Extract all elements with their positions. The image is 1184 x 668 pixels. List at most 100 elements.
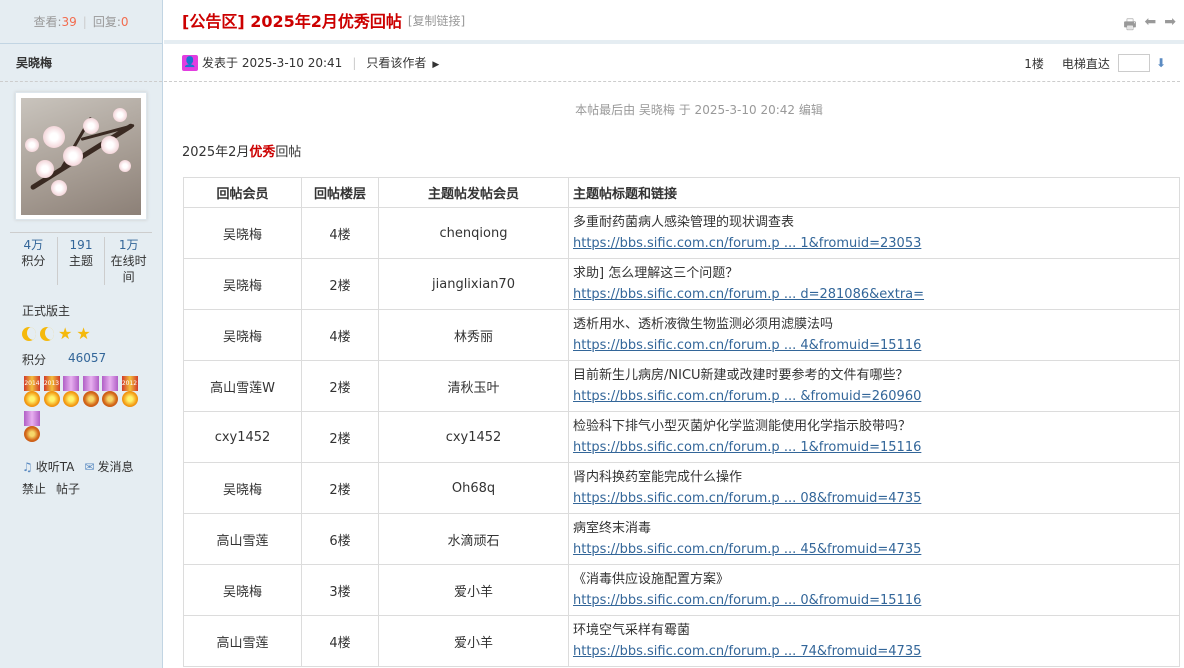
topic-link[interactable]: https://bbs.sific.com.cn/forum.p ... 0&f… xyxy=(573,593,921,608)
col-header: 回帖会员 xyxy=(183,177,302,208)
table-header-row: 回帖会员 回帖楼层 主题帖发帖会员 主题帖标题和链接 xyxy=(183,177,1180,208)
topic-link[interactable]: https://bbs.sific.com.cn/forum.p ... 08&… xyxy=(573,491,921,506)
cell-poster: cxy1452 xyxy=(378,411,569,463)
topic-link[interactable]: https://bbs.sific.com.cn/forum.p ... 1&f… xyxy=(573,440,921,455)
next-thread-icon[interactable]: ➡ xyxy=(1164,14,1176,38)
cell-poster: 水滴顽石 xyxy=(378,513,569,565)
medal-icon[interactable]: 2012 xyxy=(120,376,140,411)
table-row: 吴晓梅 2楼 jianglixian70 求助] 怎么理解这三个问题？ https://… xyxy=(183,258,1180,310)
cell-member: 高山雪莲W xyxy=(183,360,302,412)
ban-link[interactable]: 禁止 xyxy=(22,478,46,500)
topic-title: 求助] 怎么理解这三个问题？ xyxy=(573,266,739,281)
user-group[interactable]: 正式版主 xyxy=(22,301,140,321)
edit-note: 本帖最后由 吴晓梅 于 2025-3-10 20:42 编辑 xyxy=(575,103,823,117)
thread-title: [公告区] 2025年2月优秀回帖 xyxy=(182,12,402,31)
medal-list: 2014 2013 2012 xyxy=(22,376,146,446)
cell-topic: 肾内科换药室能完成什么操作 https://bbs.sific.com.cn/fo… xyxy=(568,462,1180,514)
moon-icon xyxy=(40,327,54,341)
author-stats: 4万 积分 191 主题 1万 在线时间 xyxy=(10,232,152,285)
copy-link-button[interactable]: [复制链接] xyxy=(408,12,465,29)
listen-link[interactable]: ♫ 收听TA xyxy=(22,456,74,478)
table-row: 高山雪莲W 2楼 清秋玉叶 目前新生儿病房/NICU新建或改建时要参考的文件有哪些？ h… xyxy=(183,360,1180,412)
post-date: 发表于 2025-3-10 20:41 xyxy=(202,56,343,70)
cell-member: 吴晓梅 xyxy=(183,309,302,361)
cell-member: 高山雪莲 xyxy=(183,513,302,565)
post-main: [公告区] 2025年2月优秀回帖 [复制链接] 🖶 ⬅ ➡ 👤 发表于 202… xyxy=(164,0,1184,668)
cell-member: 吴晓梅 xyxy=(183,207,302,259)
post-content: 2025年2月优秀回帖 xyxy=(182,145,302,160)
table-row: 吴晓梅 4楼 林秀丽 透析用水、透析液微生物监测必须用滤膜法吗 https://bbs.… xyxy=(183,309,1180,361)
cell-poster: 爱小羊 xyxy=(378,615,569,667)
cell-poster: jianglixian70 xyxy=(378,258,569,310)
views-count: 39 xyxy=(61,14,77,29)
message-link[interactable]: ✉ 发消息 xyxy=(84,456,133,478)
user-online-icon: 👤 xyxy=(182,54,198,71)
cell-member: 高山雪莲 xyxy=(183,615,302,667)
medal-icon[interactable] xyxy=(61,376,81,411)
cell-floor: 4楼 xyxy=(301,207,379,259)
print-icon[interactable]: 🖶 xyxy=(1123,14,1136,38)
medal-icon[interactable] xyxy=(81,376,101,411)
medal-icon[interactable] xyxy=(100,376,120,411)
avatar-image xyxy=(21,98,141,215)
cell-poster: 林秀丽 xyxy=(378,309,569,361)
topic-link[interactable]: https://bbs.sific.com.cn/forum.p ... 74&… xyxy=(573,644,921,659)
topic-title: 多重耐药菌病人感染管理的现状调查表 xyxy=(573,215,795,230)
replies-count: 0 xyxy=(120,14,129,29)
topic-title: 目前新生儿病房/NICU新建或改建时要参考的文件有哪些？ xyxy=(573,368,909,383)
views-label: 查看: xyxy=(33,15,62,29)
prev-thread-icon[interactable]: ⬅ xyxy=(1145,14,1157,38)
cell-topic: 多重耐药菌病人感染管理的现状调查表 https://bbs.sific.com.c… xyxy=(568,207,1180,259)
only-author-link[interactable]: 只看该作者 ▶ xyxy=(366,54,439,71)
topic-link[interactable]: https://bbs.sific.com.cn/forum.p ... 45&… xyxy=(573,542,921,557)
topic-link[interactable]: https://bbs.sific.com.cn/forum.p ... d=2… xyxy=(573,287,924,302)
stats-divider: | xyxy=(82,14,87,29)
topic-title: 环境空气采样有霉菌 xyxy=(573,623,691,638)
topic-title: 病室终末消毒 xyxy=(573,521,652,536)
cell-poster: 爱小羊 xyxy=(378,564,569,616)
table-row: 吴晓梅 4楼 chenqiong 多重耐药菌病人感染管理的现状调查表 https://b… xyxy=(183,207,1180,259)
cell-floor: 2楼 xyxy=(301,462,379,514)
author-sidebar: 查看: 39 | 回复: 0 吴晓梅 4万 积分 191 主题 1万 在线时间 … xyxy=(0,0,163,668)
cell-member: 吴晓梅 xyxy=(183,564,302,616)
star-icon: ★ xyxy=(58,324,73,343)
elevator-label: 电梯直达 xyxy=(1061,56,1110,71)
score-label: 积分 xyxy=(22,353,47,367)
table-row: 吴晓梅 2楼 Oh68q 肾内科换药室能完成什么操作 https://bbs.sific… xyxy=(183,462,1180,514)
author-name[interactable]: 吴晓梅 xyxy=(0,44,162,82)
cell-topic: 透析用水、透析液微生物监测必须用滤膜法吗 https://bbs.sific.co… xyxy=(568,309,1180,361)
table-row: 高山雪莲 4楼 爱小羊 环境空气采样有霉菌 https://bbs.sific.com.… xyxy=(183,615,1180,667)
table-row: 吴晓梅 3楼 爱小羊 《消毒供应设施配置方案》 https://bbs.sific.co… xyxy=(183,564,1180,616)
floor-number[interactable]: 1楼 xyxy=(1024,55,1044,72)
medal-icon[interactable]: 2014 xyxy=(22,376,42,411)
stat-topics[interactable]: 191 主题 xyxy=(58,237,106,285)
cell-poster: 清秋玉叶 xyxy=(378,360,569,412)
cell-floor: 2楼 xyxy=(301,360,379,412)
topic-link[interactable]: https://bbs.sific.com.cn/forum.p ... 4&f… xyxy=(573,338,921,353)
cell-member: 吴晓梅 xyxy=(183,258,302,310)
avatar[interactable] xyxy=(15,92,147,220)
star-icon: ★ xyxy=(76,324,91,343)
mail-icon: ✉ xyxy=(84,460,95,474)
topic-link[interactable]: https://bbs.sific.com.cn/forum.p ... &fr… xyxy=(573,389,921,404)
rank-stars: ★ ★ xyxy=(22,325,140,343)
medal-icon[interactable]: 2013 xyxy=(42,376,62,411)
cell-member: cxy1452 xyxy=(183,411,302,463)
replies-label: 回复: xyxy=(92,15,121,29)
moon-icon xyxy=(22,327,36,341)
posts-link[interactable]: 帖子 xyxy=(56,478,80,500)
arrow-down-icon[interactable]: ⬇ xyxy=(1156,56,1166,70)
stat-points[interactable]: 4万 积分 xyxy=(10,237,58,285)
cell-topic: 求助] 怎么理解这三个问题？ https://bbs.sific.com.cn/f… xyxy=(568,258,1180,310)
elevator-input[interactable] xyxy=(1117,54,1150,72)
cell-poster: Oh68q xyxy=(378,462,569,514)
arrow-right-icon: ▶ xyxy=(432,60,440,70)
score-value: 46057 xyxy=(68,351,107,365)
cell-member: 吴晓梅 xyxy=(183,462,302,514)
topic-link[interactable]: https://bbs.sific.com.cn/forum.p ... 1&f… xyxy=(573,236,921,251)
medal-icon[interactable] xyxy=(22,411,42,446)
topic-title: 肾内科换药室能完成什么操作 xyxy=(573,470,743,485)
cell-topic: 目前新生儿病房/NICU新建或改建时要参考的文件有哪些？ https://bbs.… xyxy=(568,360,1180,412)
score-row: 积分 46057 xyxy=(22,351,140,368)
stat-online-time[interactable]: 1万 在线时间 xyxy=(105,237,152,285)
